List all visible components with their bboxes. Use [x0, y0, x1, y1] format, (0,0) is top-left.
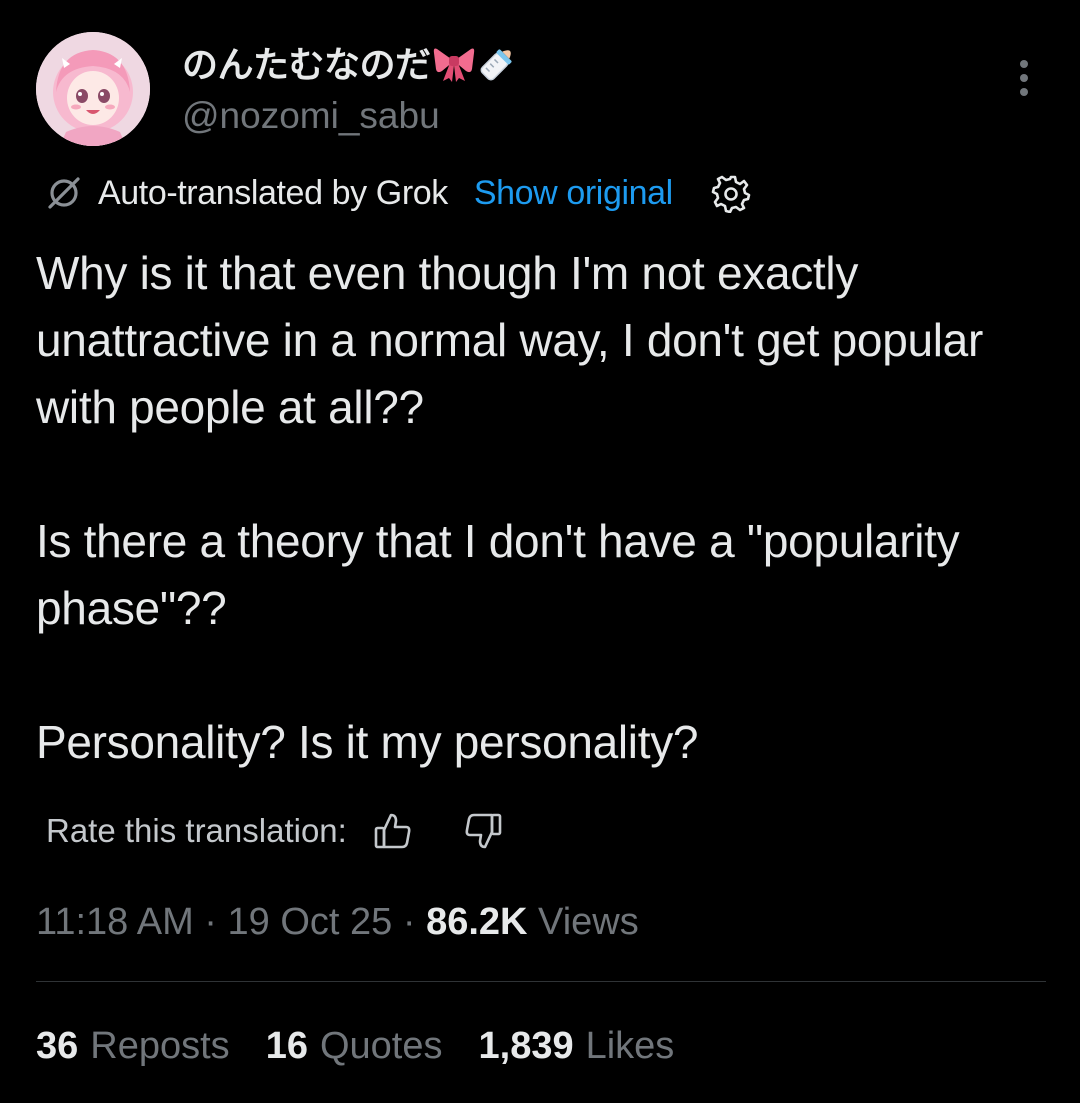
thumbs-down-icon[interactable]	[463, 811, 503, 851]
tweet-text: Why is it that even though I'm not exact…	[36, 240, 1046, 776]
thumbs-up-icon[interactable]	[373, 811, 413, 851]
rate-translation-row: Rate this translation:	[46, 808, 503, 854]
grok-icon	[48, 177, 80, 209]
separator-dot: ·	[402, 901, 427, 943]
likes-count: 1,839	[478, 1025, 574, 1067]
divider	[36, 981, 1046, 982]
likes-stat[interactable]: 1,839 Likes	[479, 1022, 675, 1070]
tweet-date[interactable]: 19 Oct 25	[228, 901, 393, 943]
views-count: 86.2K	[426, 901, 528, 943]
auto-translated-label: Auto-translated by Grok	[98, 173, 448, 212]
tweet-paragraph: Is there a theory that I don't have a "p…	[36, 515, 960, 634]
views-label: Views	[538, 901, 639, 943]
author-display-name[interactable]: のんたむなのだ	[182, 42, 519, 96]
reposts-count: 36	[36, 1025, 79, 1067]
reposts-stat[interactable]: 36 Reposts	[36, 1022, 230, 1070]
baby-bottle-emoji	[477, 43, 519, 96]
tweet-paragraph: Why is it that even though I'm not exact…	[36, 247, 983, 433]
translation-bar: Auto-translated by Grok Show original	[44, 170, 751, 216]
tweet-meta: 11:18 AM · 19 Oct 25 · 86.2K Views	[36, 898, 639, 946]
show-original-link[interactable]: Show original	[474, 174, 673, 213]
likes-label: Likes	[585, 1025, 675, 1067]
more-icon	[1020, 60, 1028, 96]
separator-dot: ·	[204, 901, 228, 943]
gear-icon[interactable]	[711, 173, 751, 213]
author-handle[interactable]: @nozomi_sabu	[182, 92, 440, 140]
more-options-button[interactable]	[1006, 58, 1042, 98]
tweet-time[interactable]: 11:18 AM	[36, 901, 194, 943]
engagement-stats: 36 Reposts 16 Quotes 1,839 Likes	[36, 1022, 710, 1070]
rate-translation-label: Rate this translation:	[46, 812, 347, 849]
display-name-text: のんたむなのだ	[182, 45, 431, 86]
quotes-count: 16	[265, 1025, 308, 1067]
avatar-illustration	[36, 32, 150, 146]
reposts-label: Reposts	[90, 1025, 230, 1067]
tweet-paragraph: Personality? Is it my personality?	[36, 716, 699, 768]
quotes-stat[interactable]: 16 Quotes	[266, 1022, 443, 1070]
avatar[interactable]	[36, 32, 150, 146]
ribbon-emoji	[433, 43, 475, 96]
quotes-label: Quotes	[319, 1025, 443, 1067]
